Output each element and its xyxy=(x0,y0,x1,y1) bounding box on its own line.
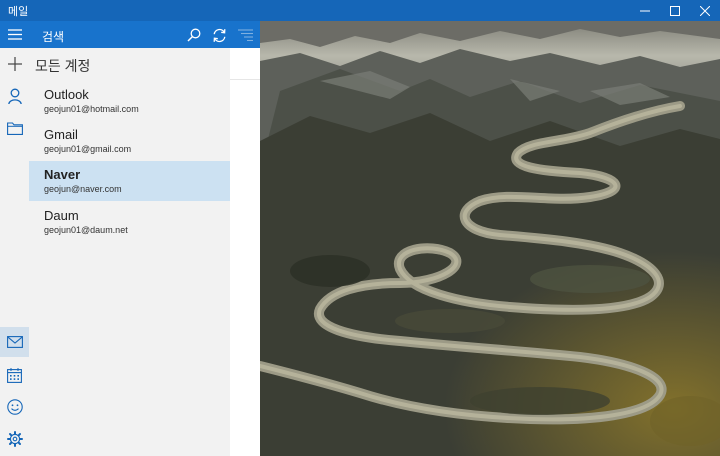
title-bar: 메일 xyxy=(0,0,720,21)
minimize-icon xyxy=(640,10,650,11)
settings-icon xyxy=(6,431,23,447)
message-list-pane xyxy=(230,48,260,456)
folders-button[interactable] xyxy=(0,113,29,143)
emoji-icon xyxy=(6,399,23,415)
maximize-button[interactable] xyxy=(660,0,690,21)
divider xyxy=(230,79,260,80)
search-button[interactable] xyxy=(185,26,203,44)
account-name: Naver xyxy=(44,167,81,182)
menu-button[interactable] xyxy=(0,21,29,48)
sync-icon xyxy=(213,28,225,42)
account-email: geojun01@hotmail.com xyxy=(44,104,139,114)
account-name: Outlook xyxy=(44,87,89,102)
account-item-outlook[interactable]: Outlook geojun01@hotmail.com xyxy=(29,81,230,121)
search-icon xyxy=(187,28,201,42)
account-email: geojun01@daum.net xyxy=(44,225,128,235)
person-icon xyxy=(7,88,22,104)
accounts-button[interactable] xyxy=(0,81,29,111)
mail-icon xyxy=(6,336,23,348)
background-image xyxy=(260,21,720,456)
settings-button[interactable] xyxy=(0,424,29,454)
mail-nav-button[interactable] xyxy=(0,327,29,357)
account-item-naver[interactable]: Naver geojun@naver.com xyxy=(29,161,230,201)
account-name: Gmail xyxy=(44,127,78,142)
accounts-pane: 모든 계정 Outlook geojun01@hotmail.com Gmail… xyxy=(29,48,230,456)
folder-icon xyxy=(6,121,23,135)
calendar-nav-button[interactable] xyxy=(0,360,29,390)
menu-icon xyxy=(7,29,22,40)
add-icon xyxy=(7,57,22,71)
close-icon xyxy=(700,5,710,16)
add-account-button[interactable] xyxy=(0,49,29,79)
account-email: geojun01@gmail.com xyxy=(44,144,132,154)
filter-icon xyxy=(237,29,253,41)
account-item-daum[interactable]: Daum geojun01@daum.net xyxy=(29,202,230,242)
all-accounts-header: 모든 계정 xyxy=(35,58,91,74)
sync-button[interactable] xyxy=(210,26,228,44)
close-button[interactable] xyxy=(690,0,720,21)
account-email: geojun@naver.com xyxy=(44,184,122,194)
search-input[interactable]: 검색 xyxy=(42,28,64,45)
landscape-photo xyxy=(260,21,720,456)
filter-button[interactable] xyxy=(236,26,254,44)
calendar-icon xyxy=(7,367,22,383)
maximize-icon xyxy=(670,5,680,16)
minimize-button[interactable] xyxy=(630,0,660,21)
nav-rail xyxy=(0,21,29,456)
account-item-gmail[interactable]: Gmail geojun01@gmail.com xyxy=(29,121,230,161)
feedback-button[interactable] xyxy=(0,392,29,422)
search-bar: 검색 xyxy=(29,21,260,48)
account-name: Daum xyxy=(44,208,79,223)
app-title: 메일 xyxy=(8,6,29,18)
